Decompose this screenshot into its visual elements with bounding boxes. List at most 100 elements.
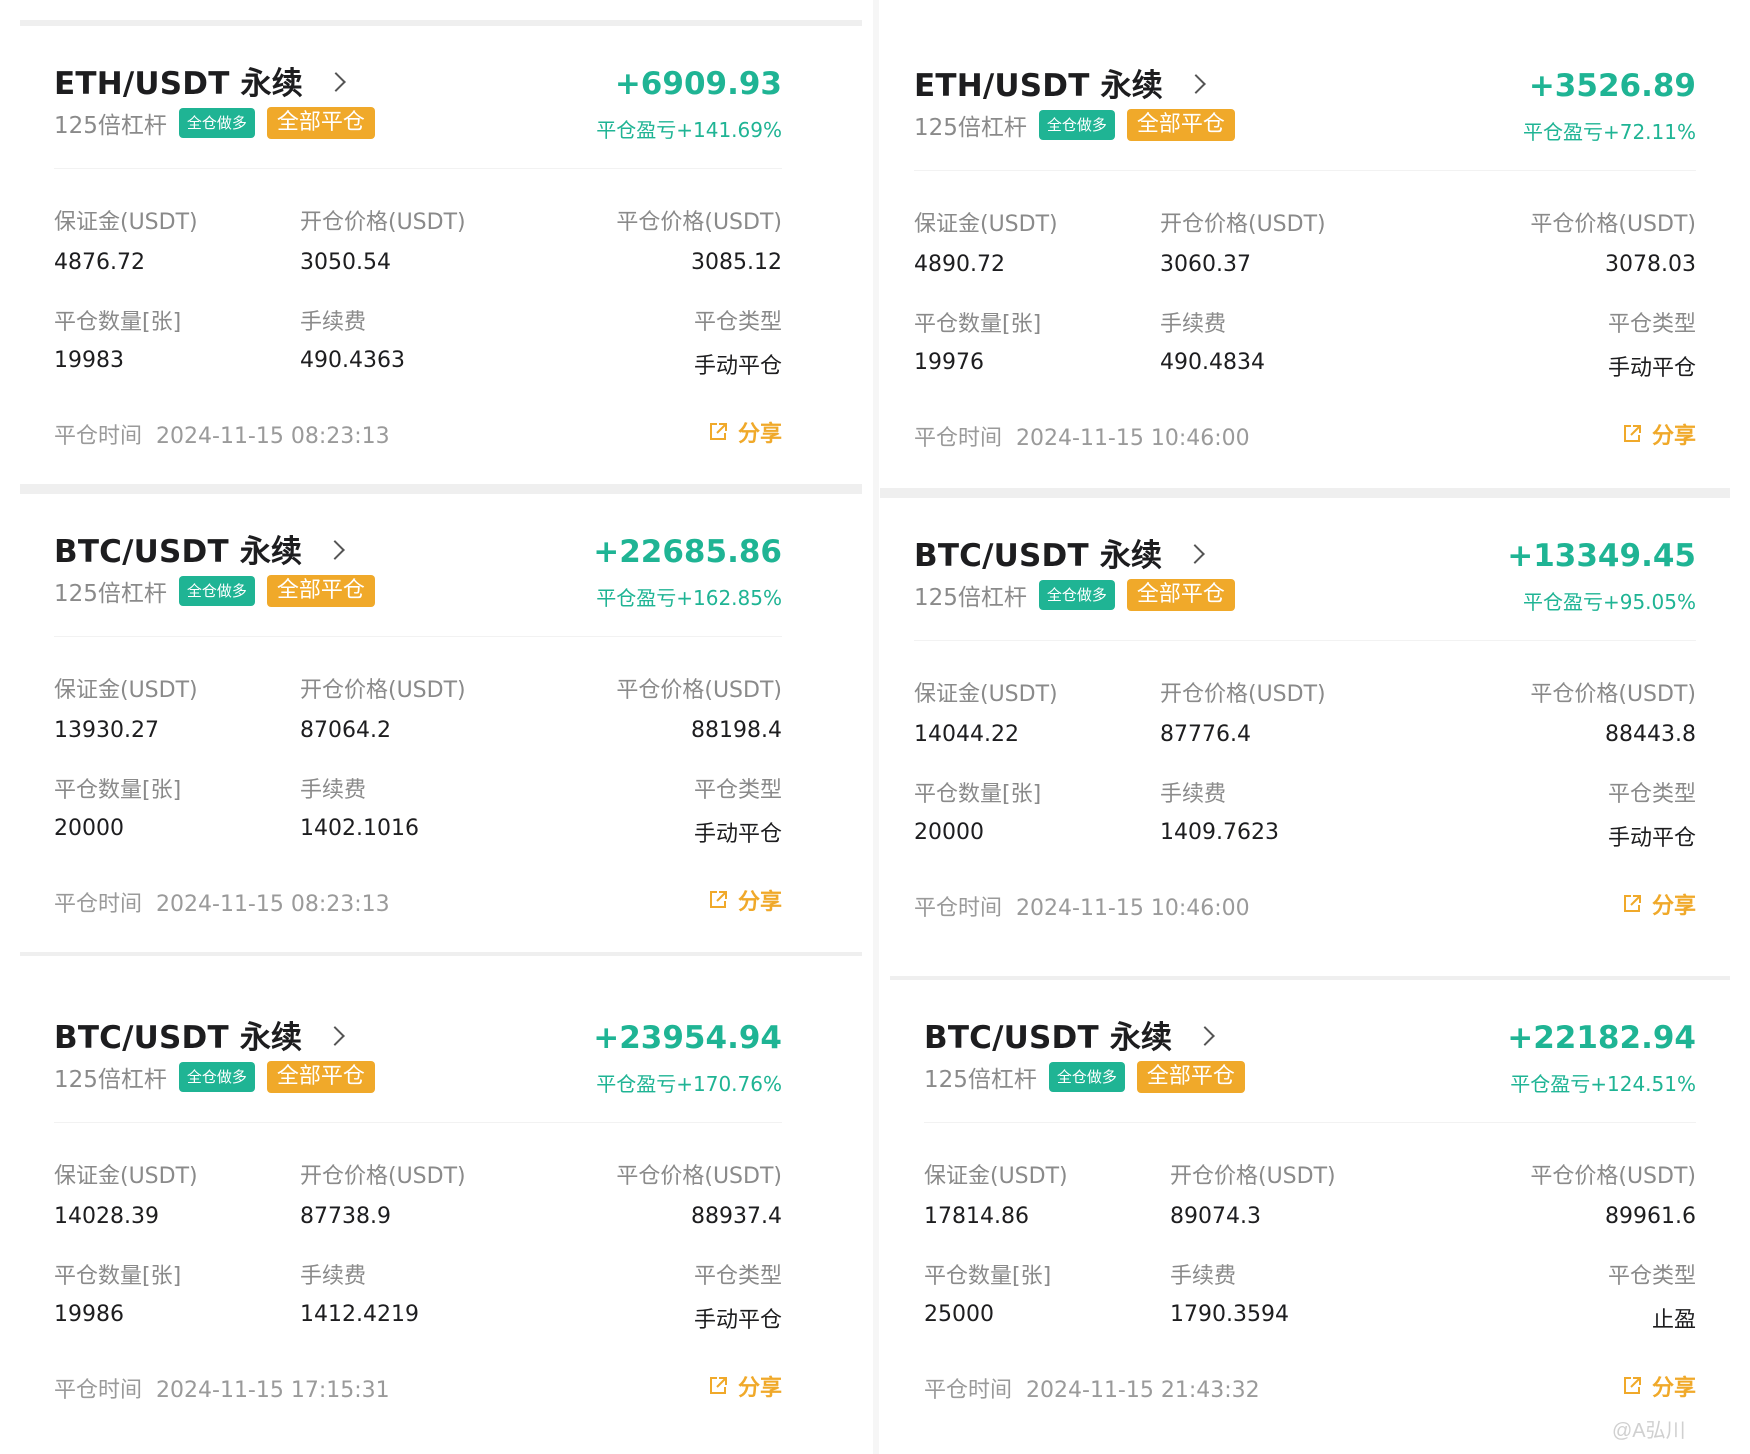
- chevron-right-icon[interactable]: [1186, 73, 1206, 94]
- leverage-label: 125倍杠杆: [924, 1067, 1037, 1093]
- card-title-row[interactable]: ETH/USDT 永续: [914, 60, 1206, 105]
- card-title-row[interactable]: BTC/USDT 永续: [914, 530, 1206, 575]
- contract-title: BTC/USDT 永续: [914, 538, 1163, 574]
- divider: [54, 1122, 782, 1123]
- divider: [924, 1122, 1696, 1123]
- open-price-label: 开仓价格(USDT): [300, 1164, 466, 1189]
- close-time-row: 平仓时间 2024-11-15 17:15:31: [54, 1372, 390, 1404]
- card-title-row[interactable]: ETH/USDT 永续: [54, 58, 346, 103]
- separator: [880, 488, 1730, 498]
- close-price-value: 88937.4: [691, 1204, 782, 1229]
- share-icon: [709, 1377, 727, 1394]
- chevron-right-icon[interactable]: [1195, 1025, 1216, 1046]
- contract-title: BTC/USDT 永续: [54, 534, 303, 570]
- close-time-label: 平仓时间: [914, 426, 1003, 451]
- position-mode-badge: 全仓做多: [178, 1062, 255, 1092]
- close-type-value: 手动平仓: [693, 1308, 782, 1333]
- share-button[interactable]: 分享: [1622, 888, 1696, 920]
- close-price-value: 3078.03: [1605, 252, 1696, 277]
- share-icon: [1623, 1377, 1641, 1394]
- position-mode-badge: 全仓做多: [1038, 580, 1115, 610]
- close-time-value: 2024-11-15 08:23:13: [156, 424, 390, 449]
- share-button[interactable]: 分享: [1622, 1370, 1696, 1402]
- divider: [914, 170, 1696, 171]
- close-time-label: 平仓时间: [924, 1378, 1013, 1403]
- share-icon: [1623, 895, 1641, 912]
- share-label: 分享: [737, 890, 782, 915]
- share-button[interactable]: 分享: [708, 416, 782, 448]
- close-qty-value: 20000: [914, 820, 984, 845]
- pnl-percent: 平仓盈亏+141.69%: [596, 118, 782, 142]
- position-mode-badge: 全仓做多: [178, 576, 255, 606]
- close-type-label: 平仓类型: [693, 310, 782, 335]
- card-title-row[interactable]: BTC/USDT 永续: [54, 526, 346, 571]
- leverage-label: 125倍杠杆: [54, 113, 167, 139]
- card-title-row[interactable]: BTC/USDT 永续: [924, 1012, 1216, 1057]
- chevron-right-icon[interactable]: [325, 1025, 346, 1046]
- close-type-value: 手动平仓: [1607, 356, 1696, 381]
- position-card: BTC/USDT 永续 125倍杠杆 全仓做多 全部平仓 +22685.86 平…: [20, 494, 816, 954]
- close-all-button[interactable]: 全部平仓: [266, 575, 375, 607]
- close-qty-value: 19983: [54, 348, 124, 373]
- open-price-label: 开仓价格(USDT): [1170, 1164, 1336, 1189]
- close-time-row: 平仓时间 2024-11-15 08:23:13: [54, 886, 390, 918]
- close-qty-value: 19976: [914, 350, 984, 375]
- close-qty-label: 平仓数量[张]: [914, 782, 1042, 807]
- leverage-label: 125倍杠杆: [54, 1067, 167, 1093]
- close-type-value: 手动平仓: [693, 822, 782, 847]
- fee-label: 手续费: [300, 778, 367, 803]
- margin-value: 17814.86: [924, 1204, 1029, 1229]
- close-qty-label: 平仓数量[张]: [54, 1264, 182, 1289]
- close-all-button[interactable]: 全部平仓: [266, 107, 375, 139]
- close-all-button[interactable]: 全部平仓: [266, 1061, 375, 1093]
- chevron-right-icon[interactable]: [325, 539, 346, 560]
- open-price-label: 开仓价格(USDT): [1160, 682, 1326, 707]
- share-icon: [709, 891, 727, 908]
- open-price-value: 87776.4: [1160, 722, 1251, 747]
- close-time-value: 2024-11-15 10:46:00: [1016, 426, 1250, 451]
- share-button[interactable]: 分享: [708, 884, 782, 916]
- separator: [873, 0, 879, 1454]
- chevron-right-icon[interactable]: [1185, 543, 1206, 564]
- open-price-value: 89074.3: [1170, 1204, 1261, 1229]
- close-type-label: 平仓类型: [1607, 1264, 1696, 1289]
- margin-value: 13930.27: [54, 718, 159, 743]
- close-time-value: 2024-11-15 10:46:00: [1016, 896, 1250, 921]
- close-qty-label: 平仓数量[张]: [54, 778, 182, 803]
- close-qty-value: 19986: [54, 1302, 124, 1327]
- leverage-label: 125倍杠杆: [914, 115, 1027, 141]
- close-time-value: 2024-11-15 17:15:31: [156, 1378, 390, 1403]
- close-price-label: 平仓价格(USDT): [1530, 212, 1696, 237]
- share-button[interactable]: 分享: [1622, 418, 1696, 450]
- pnl-value: +6909.93: [614, 66, 782, 102]
- close-qty-label: 平仓数量[张]: [924, 1264, 1052, 1289]
- card-title-row[interactable]: BTC/USDT 永续: [54, 1012, 346, 1057]
- open-price-value: 3060.37: [1160, 252, 1251, 277]
- pnl-value: +22685.86: [593, 534, 782, 570]
- margin-value: 14044.22: [914, 722, 1019, 747]
- position-mode-badge: 全仓做多: [178, 108, 255, 138]
- contract-title: ETH/USDT 永续: [914, 68, 1163, 104]
- close-time-row: 平仓时间 2024-11-15 21:43:32: [924, 1372, 1260, 1404]
- close-qty-label: 平仓数量[张]: [914, 312, 1042, 337]
- margin-label: 保证金(USDT): [914, 212, 1058, 237]
- close-time-value: 2024-11-15 21:43:32: [1026, 1378, 1260, 1403]
- close-all-button[interactable]: 全部平仓: [1126, 109, 1235, 141]
- close-type-value: 手动平仓: [1607, 826, 1696, 851]
- margin-label: 保证金(USDT): [924, 1164, 1068, 1189]
- close-price-label: 平仓价格(USDT): [616, 1164, 782, 1189]
- margin-value: 4876.72: [54, 250, 145, 275]
- close-all-button[interactable]: 全部平仓: [1136, 1061, 1245, 1093]
- close-all-button[interactable]: 全部平仓: [1126, 579, 1235, 611]
- close-type-label: 平仓类型: [1607, 312, 1696, 337]
- close-price-label: 平仓价格(USDT): [1530, 682, 1696, 707]
- share-label: 分享: [737, 1376, 782, 1401]
- close-time-label: 平仓时间: [54, 892, 143, 917]
- open-price-value: 87738.9: [300, 1204, 391, 1229]
- share-button[interactable]: 分享: [708, 1370, 782, 1402]
- fee-value: 1402.1016: [300, 816, 419, 841]
- margin-label: 保证金(USDT): [54, 678, 198, 703]
- open-price-value: 3050.54: [300, 250, 391, 275]
- open-price-label: 开仓价格(USDT): [1160, 212, 1326, 237]
- chevron-right-icon[interactable]: [326, 71, 346, 92]
